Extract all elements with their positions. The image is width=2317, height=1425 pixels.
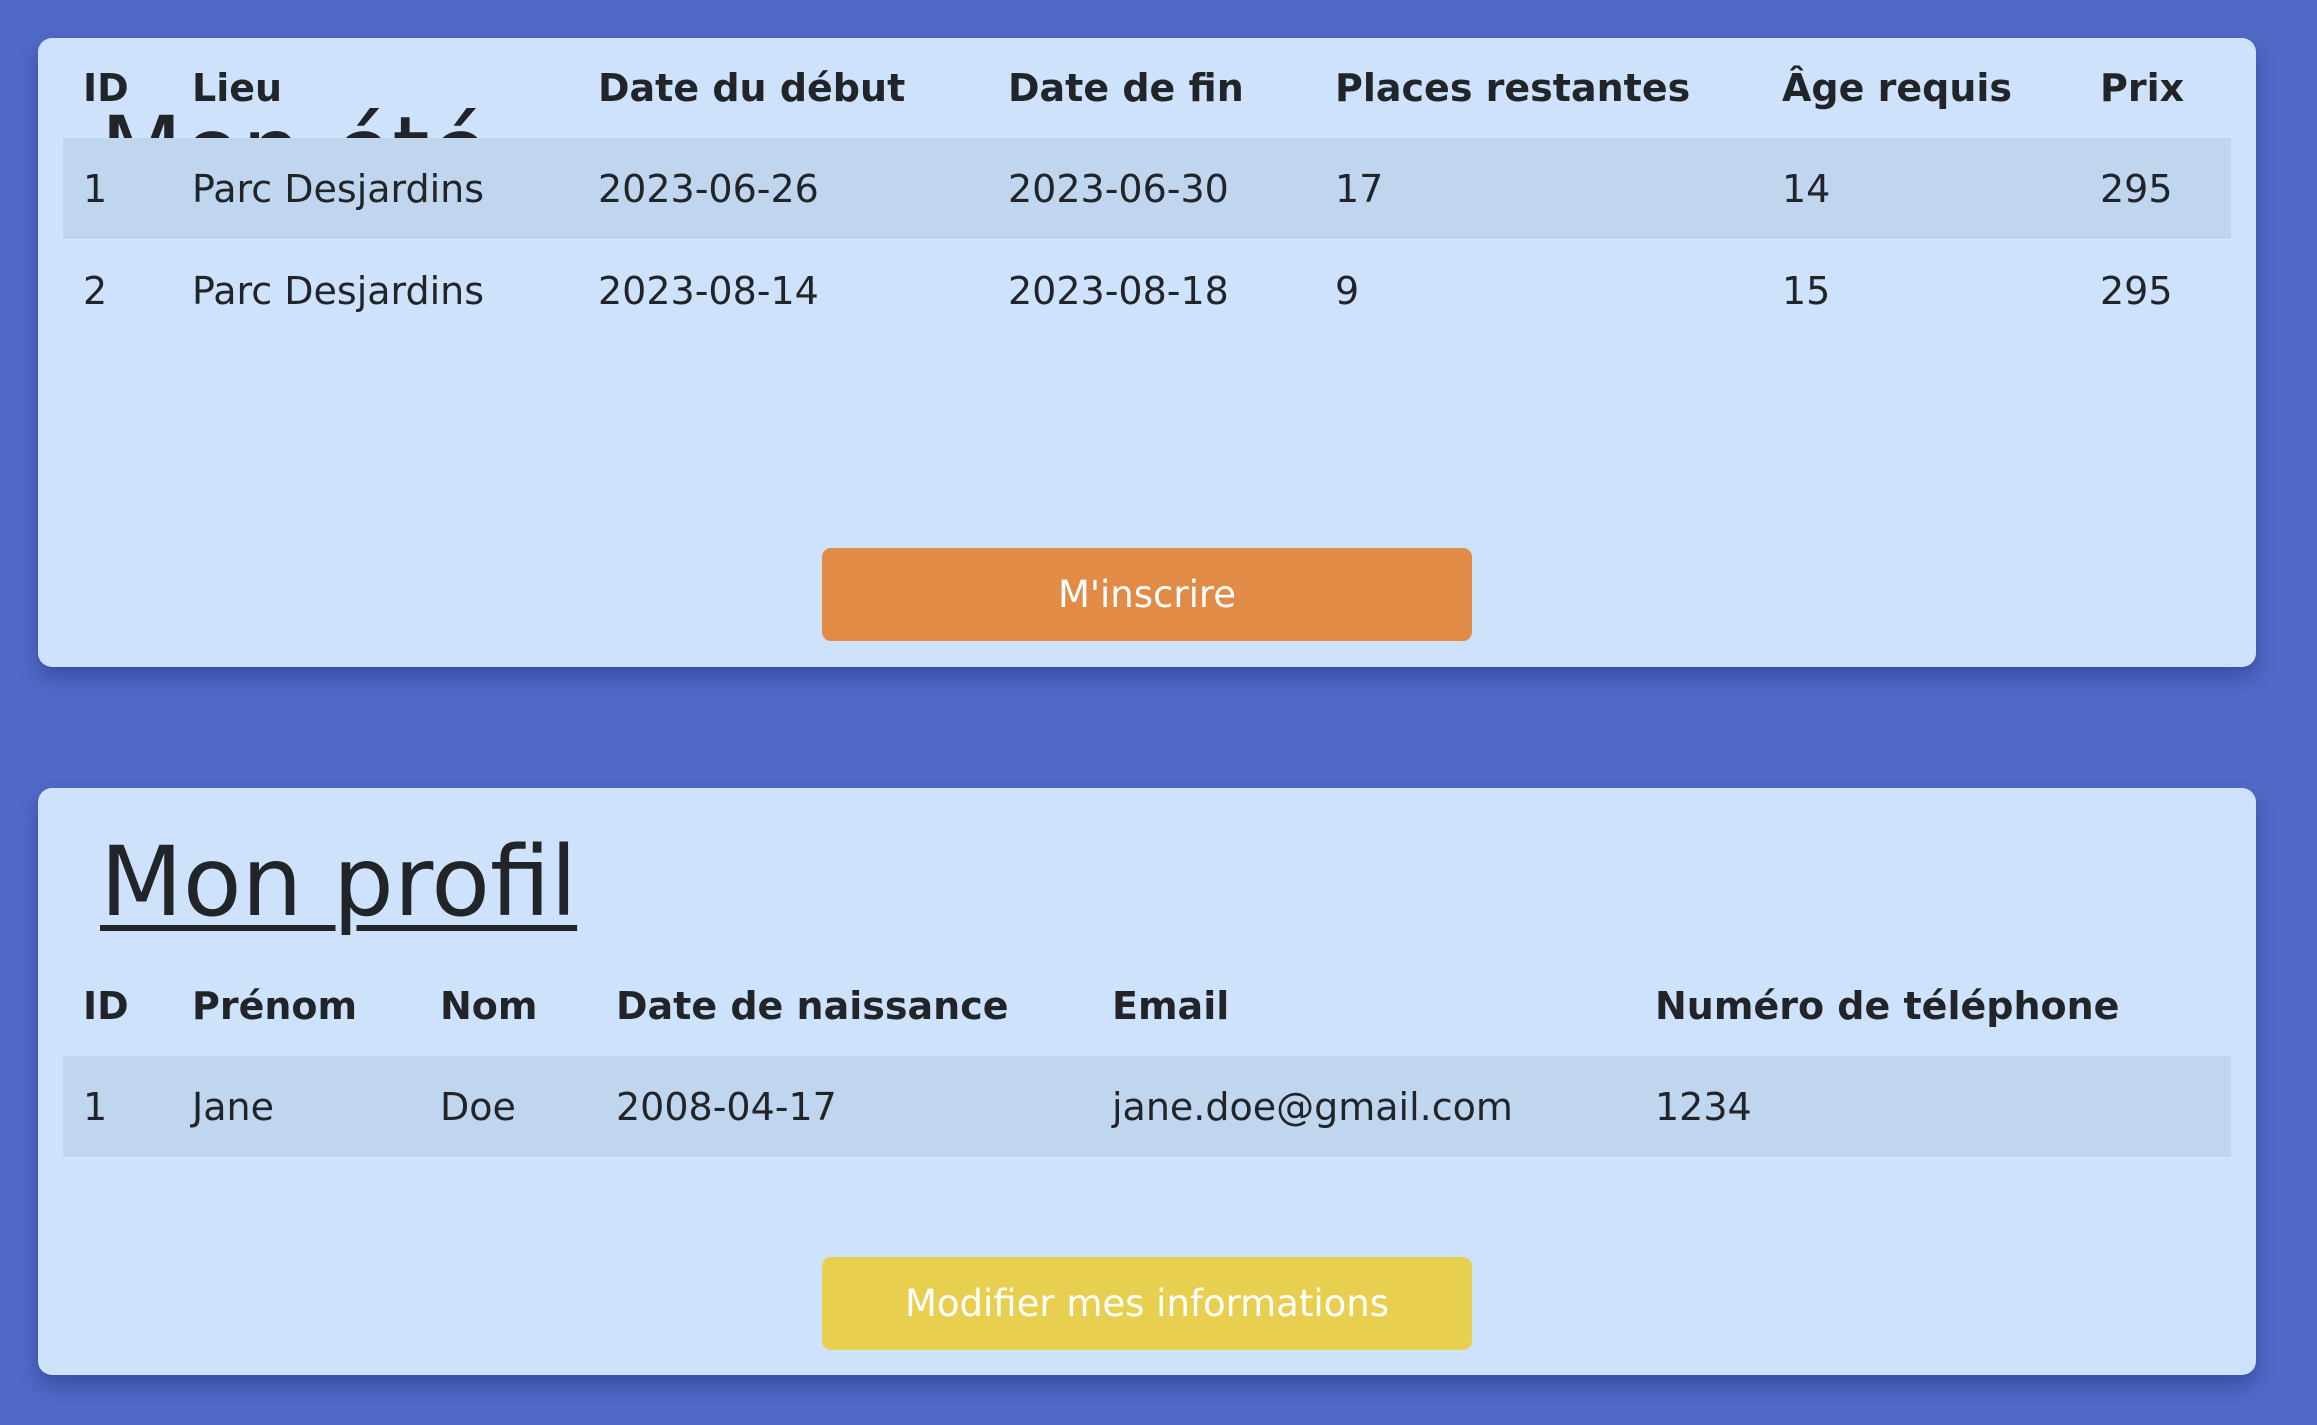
cell-date-fin: 2023-06-30	[988, 138, 1315, 240]
table-row: 1 Jane Doe 2008-04-17 jane.doe@gmail.com…	[63, 1056, 2231, 1158]
column-header-places-restantes: Places restantes	[1335, 66, 1691, 110]
cell-places-restantes: 9	[1315, 239, 1762, 342]
column-header-nom: Nom	[440, 984, 538, 1028]
cell-id: 1	[63, 1056, 172, 1158]
profile-table: ID Prénom Nom Date de naissance Email Nu…	[63, 956, 2231, 1158]
profile-table-header: ID Prénom Nom Date de naissance Email Nu…	[63, 956, 2231, 1056]
register-button[interactable]: M'inscrire	[822, 548, 1472, 641]
cell-id: 1	[63, 138, 172, 240]
column-header-lieu: Lieu	[192, 66, 283, 110]
column-header-date-naissance: Date de naissance	[616, 984, 1009, 1028]
column-header-prenom: Prénom	[192, 984, 358, 1028]
column-header-date-debut: Date du début	[598, 66, 906, 110]
table-row: 1 Parc Desjardins 2023-06-26 2023-06-30 …	[63, 138, 2231, 240]
cell-date-debut: 2023-08-14	[578, 239, 988, 342]
cell-prix: 295	[2080, 239, 2231, 342]
cell-lieu: Parc Desjardins	[172, 239, 578, 342]
cell-prenom: Jane	[172, 1056, 420, 1158]
edit-profile-button[interactable]: Modifier mes informations	[822, 1257, 1472, 1350]
cell-email: jane.doe@gmail.com	[1092, 1056, 1635, 1158]
column-header-date-fin: Date de fin	[1008, 66, 1244, 110]
column-header-prix: Prix	[2100, 66, 2185, 110]
cell-age-requis: 15	[1762, 239, 2080, 342]
cell-date-fin: 2023-08-18	[988, 239, 1315, 342]
table-row: 2 Parc Desjardins 2023-08-14 2023-08-18 …	[63, 239, 2231, 342]
profile-title: Mon profil	[100, 826, 578, 938]
column-header-age-requis: Âge requis	[1782, 66, 2013, 110]
cell-date-debut: 2023-06-26	[578, 138, 988, 240]
cell-telephone: 1234	[1635, 1056, 2231, 1158]
cell-places-restantes: 17	[1315, 138, 1762, 240]
cell-nom: Doe	[420, 1056, 596, 1158]
cell-prix: 295	[2080, 138, 2231, 240]
cell-age-requis: 14	[1762, 138, 2080, 240]
cell-id: 2	[63, 239, 172, 342]
column-header-id: ID	[83, 984, 129, 1028]
summer-table-header: ID Lieu Date du début Date de fin Places…	[63, 38, 2231, 138]
cell-date-naissance: 2008-04-17	[596, 1056, 1092, 1158]
summer-table: ID Lieu Date du début Date de fin Places…	[63, 38, 2231, 342]
cell-lieu: Parc Desjardins	[172, 138, 578, 240]
column-header-telephone: Numéro de téléphone	[1655, 984, 2120, 1028]
column-header-email: Email	[1112, 984, 1230, 1028]
column-header-id: ID	[83, 66, 129, 110]
profile-card: Mon profil ID Prénom Nom Date de naissan…	[38, 788, 2256, 1375]
summer-card: Mon été ID Lieu Date du début Date de fi…	[38, 38, 2256, 667]
